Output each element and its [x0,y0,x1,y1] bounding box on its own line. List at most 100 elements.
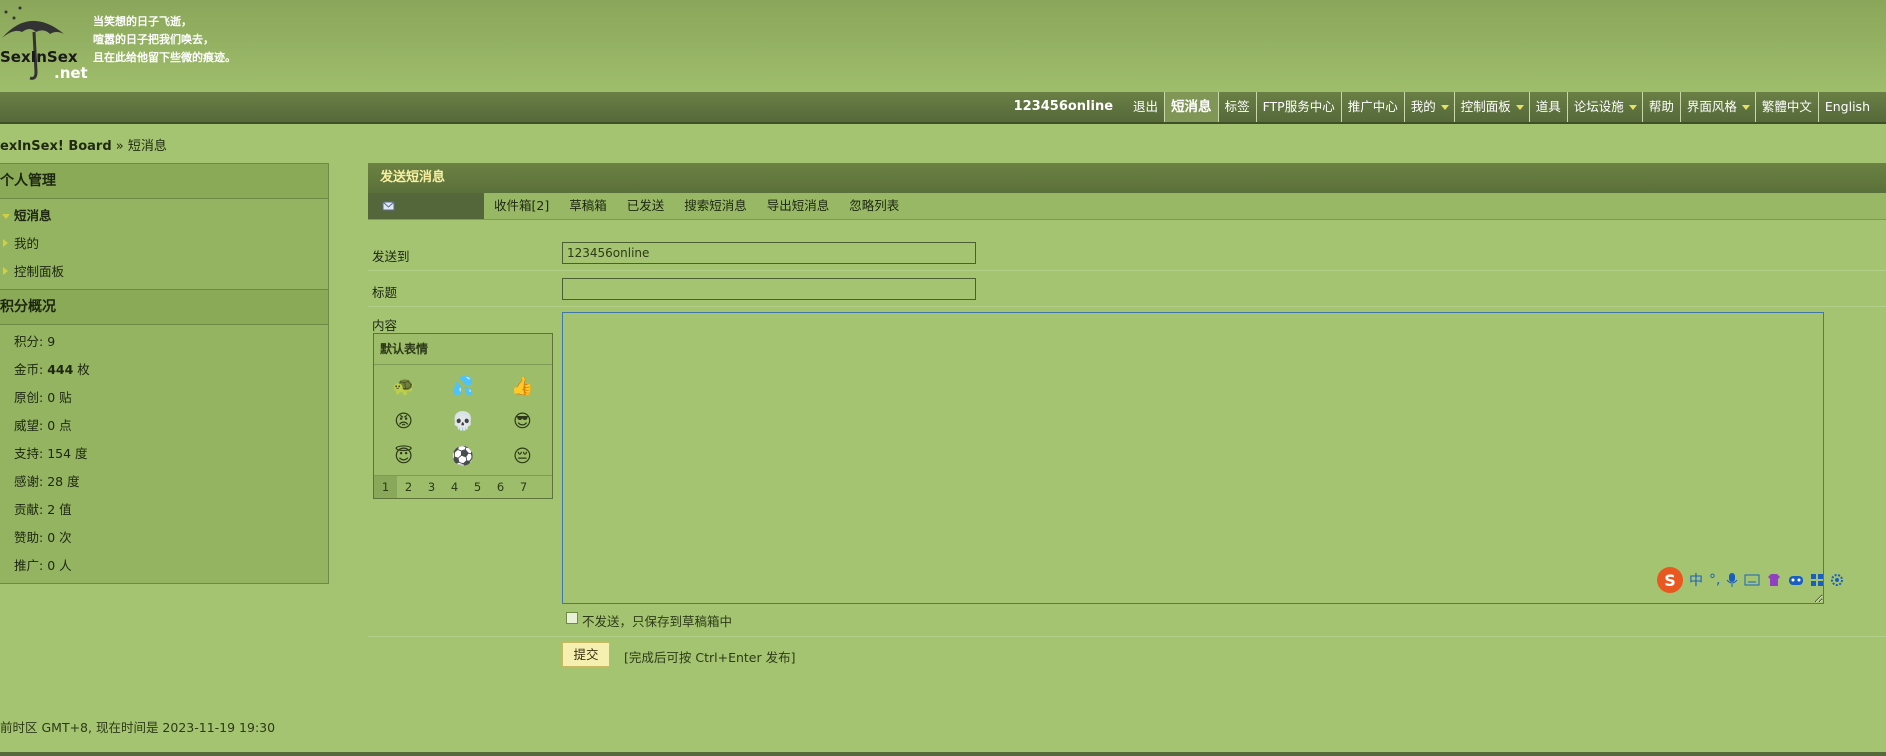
credit-unit: 点 [55,418,72,433]
settings-gear-icon[interactable] [1830,573,1844,587]
credits-panel-title: 积分概况 [0,290,328,325]
credit-label: 金币: [14,362,48,377]
recipient-input[interactable] [562,242,976,264]
smiley-turtle-icon[interactable]: 🐢 [374,371,433,402]
apps-grid-icon[interactable] [1810,573,1824,587]
ime-mode-toggle[interactable]: 中 [1689,570,1703,590]
credit-label: 推广: [14,558,48,573]
nav-item-help[interactable]: 帮助 [1643,92,1681,122]
smiley-angel-icon[interactable]: 😇 [374,441,433,472]
smiley-thumbs-up-icon[interactable]: 👍 [493,371,552,402]
message-tabs: 收件箱[2] 草稿箱 已发送 搜索短消息 导出短消息 忽略列表 [368,193,1886,220]
tab-ignore-list[interactable]: 忽略列表 [839,193,909,219]
credit-item: 金币: 444 枚 [0,356,328,384]
subject-label: 标题 [372,285,398,300]
smiley-page[interactable]: 6 [489,476,512,498]
slogan-line: 喧嚣的日子把我们唤去， [93,33,214,46]
smiley-angry-icon[interactable]: 😡 [374,406,433,437]
credit-unit: 度 [63,474,80,489]
personal-menu: 短消息 我的 控制面板 [0,199,328,289]
personal-panel-title: 个人管理 [0,164,328,199]
nav-item-traditional-chinese[interactable]: 繁體中文 [1756,92,1819,122]
site-header: SexInSex .net 当笑想的日子飞逝， 喧嚣的日子把我们唤去， 且在此给… [0,0,1886,92]
credit-unit: 人 [55,558,72,573]
sidebar-item-messages[interactable]: 短消息 [0,202,328,230]
nav-item-logout[interactable]: 退出 [1127,92,1166,122]
smiley-page[interactable]: 3 [420,476,443,498]
credit-value: 0 [47,530,56,545]
robot-icon[interactable] [1788,573,1804,587]
top-navbar: 123456online 退出 短消息 标签 FTP服务中心 推广中心 我的 控… [0,92,1886,124]
slogan-line: 且在此给他留下些微的痕迹。 [93,51,236,64]
smiley-page[interactable]: 5 [466,476,489,498]
credit-item: 积分: 9 [0,328,328,356]
footer-time: 前时区 GMT+8, 现在时间是 2023-11-19 19:30 [0,720,276,735]
logo-suffix[interactable]: .net [54,64,88,82]
sogou-logo-icon[interactable]: S [1657,567,1683,593]
tab-drafts[interactable]: 草稿箱 [559,193,617,219]
submit-button[interactable]: 提交 [562,642,610,667]
tab-inbox[interactable]: 收件箱[2] [484,193,559,219]
nav-menu: 123456online 退出 短消息 标签 FTP服务中心 推广中心 我的 控… [1008,92,1876,122]
microphone-icon[interactable] [1726,572,1738,588]
smilies-panel: 默认表情 🐢 💦 👍 😡 💀 😎 😇 ⚽ 😔 1 2 3 4 5 6 7 [373,333,553,499]
site-slogan: 当笑想的日子飞逝， 喧嚣的日子把我们唤去， 且在此给他留下些微的痕迹。 [93,13,236,67]
smiley-splash-icon[interactable]: 💦 [433,371,492,402]
keyboard-icon[interactable] [1744,574,1760,586]
message-content-textarea[interactable] [562,312,1824,604]
subject-row: 标题 [368,271,1886,307]
credit-item: 感谢: 28 度 [0,468,328,496]
submit-hint: [完成后可按 Ctrl+Enter 发布] [624,650,796,665]
tab-search[interactable]: 搜索短消息 [674,193,757,219]
nav-item-promotion[interactable]: 推广中心 [1342,92,1405,122]
sidebar: 个人管理 短消息 我的 控制面板 积分概况 积分: 9 金币: 444 枚 原创… [0,163,329,584]
save-draft-checkbox[interactable] [566,611,578,624]
nav-item-items[interactable]: 道具 [1530,92,1568,122]
credit-unit: 枚 [73,362,90,377]
nav-item-control-panel[interactable]: 控制面板 [1455,92,1530,122]
tab-sent[interactable]: 已发送 [617,193,675,219]
breadcrumb-board-link[interactable]: exInSex! Board [0,139,112,154]
nav-item-messages[interactable]: 短消息 [1165,92,1219,122]
credit-label: 支持: [14,446,48,461]
credit-unit: 次 [55,530,72,545]
credits-list: 积分: 9 金币: 444 枚 原创: 0 贴 威望: 0 点 支持: 154 … [0,325,328,583]
smiley-cool-icon[interactable]: 😎 [493,406,552,437]
skin-icon[interactable] [1766,573,1782,587]
credit-item: 贡献: 2 值 [0,496,328,524]
smiley-soccer-icon[interactable]: ⚽ [433,441,492,472]
nav-item-my[interactable]: 我的 [1405,92,1455,122]
smilies-grid: 🐢 💦 👍 😡 💀 😎 😇 ⚽ 😔 [374,365,552,478]
nav-item-ftp[interactable]: FTP服务中心 [1257,92,1342,122]
smiley-page[interactable]: 2 [397,476,420,498]
nav-item-facilities[interactable]: 论坛设施 [1568,92,1643,122]
smiley-page[interactable]: 1 [374,476,397,498]
nav-item-style[interactable]: 界面风格 [1681,92,1756,122]
subject-input[interactable] [562,278,976,300]
smiley-page[interactable]: 7 [512,476,535,498]
punctuation-icon[interactable]: °, [1709,572,1720,588]
credit-value: 9 [47,334,56,349]
smiley-skull-icon[interactable]: 💀 [433,406,492,437]
to-label: 发送到 [372,249,410,264]
smiley-page[interactable]: 4 [443,476,466,498]
nav-item-tags[interactable]: 标签 [1219,92,1257,122]
smilies-title: 默认表情 [374,334,552,365]
nav-item-english[interactable]: English [1819,92,1876,122]
credit-label: 感谢: [14,474,48,489]
save-draft-option[interactable]: 不发送，只保存到草稿箱中 [566,611,732,630]
credit-value: 28 [47,474,64,489]
credit-value: 154 [47,446,72,461]
credit-label: 积分: [14,334,48,349]
credit-unit: 贴 [55,390,72,405]
credit-label: 赞助: [14,530,48,545]
smiley-pagination: 1 2 3 4 5 6 7 [374,475,552,498]
tab-export[interactable]: 导出短消息 [757,193,840,219]
credit-unit: 值 [55,502,72,517]
sidebar-item-my[interactable]: 我的 [0,230,328,258]
tab-compose[interactable] [368,193,484,219]
nav-username[interactable]: 123456online [1008,92,1127,122]
ime-toolbar: S 中 °, [1657,566,1844,594]
smiley-sad-icon[interactable]: 😔 [493,441,552,472]
sidebar-item-control-panel[interactable]: 控制面板 [0,258,328,286]
